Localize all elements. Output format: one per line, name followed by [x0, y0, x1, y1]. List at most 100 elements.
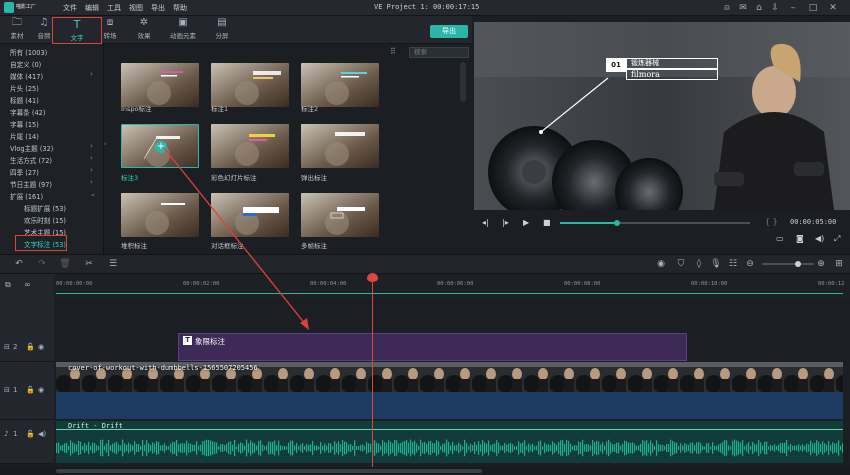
playhead-handle[interactable] [367, 273, 378, 282]
preview-progress-handle[interactable] [614, 220, 620, 226]
category-item[interactable]: 媒体 (417) [10, 71, 43, 81]
waveform-bar [68, 445, 70, 451]
chevron-down-icon[interactable]: ⌄ [90, 190, 96, 198]
lock-icon[interactable]: ⊞ [833, 258, 845, 270]
play-frame-icon[interactable]: |▸ [502, 218, 509, 227]
waveform-bar [382, 440, 384, 456]
subtitle-icon[interactable]: ☷ [727, 258, 739, 270]
zoom-in-icon[interactable]: ⊕ [815, 258, 827, 270]
category-item[interactable]: 所有 (1003) [10, 47, 47, 57]
chevron-right-icon[interactable]: › [90, 142, 93, 150]
shield-icon[interactable]: ◊ [693, 258, 705, 270]
category-item[interactable]: 字幕 (15) [10, 119, 39, 129]
category-item[interactable]: 标题扩展 (53) [24, 203, 66, 213]
category-item-text-callouts[interactable]: 文字标注 (53) [24, 239, 66, 249]
category-item[interactable]: 欢乐时刻 (15) [24, 215, 66, 225]
zoom-slider-track[interactable] [762, 263, 814, 265]
template-thumbnail[interactable] [301, 124, 379, 168]
chevron-right-icon[interactable]: › [90, 70, 93, 78]
zoom-slider-handle[interactable] [795, 261, 801, 267]
play-icon[interactable]: ▶ [523, 218, 529, 227]
chevron-right-icon[interactable]: › [90, 178, 93, 186]
category-item[interactable]: 标题 (41) [10, 95, 39, 105]
add-plus-icon[interactable]: + [155, 141, 167, 153]
audio-volume-line[interactable] [56, 429, 843, 430]
volume-icon[interactable]: ◀) [815, 234, 824, 243]
link-icon[interactable]: ∞ [24, 280, 31, 289]
tab-transitions[interactable]: ⧈ 转场 [93, 16, 127, 44]
menu-view[interactable]: 视图 [129, 3, 143, 13]
lock-icon[interactable]: 🔓 [26, 386, 35, 394]
template-thumbnail[interactable] [301, 63, 379, 107]
template-thumbnail[interactable] [301, 193, 379, 237]
tab-elements[interactable]: ▣ 动画元素 [166, 16, 200, 44]
grid-view-icon[interactable]: ⠿ [390, 47, 396, 56]
template-thumbnail[interactable] [211, 63, 289, 107]
microphone-icon[interactable]: 🎙 [710, 258, 722, 270]
category-item[interactable]: 四季 (27) [10, 167, 39, 177]
menu-tools[interactable]: 工具 [107, 3, 121, 13]
eye-icon[interactable]: ◉ [38, 386, 44, 394]
waveform-bar [540, 440, 542, 456]
tab-split-screen[interactable]: ▤ 分屏 [205, 16, 239, 44]
marker-icon[interactable]: ⛉ [675, 258, 687, 270]
template-thumbnail[interactable] [211, 124, 289, 168]
lock-icon[interactable]: 🔓 [26, 343, 35, 351]
zoom-out-icon[interactable]: ⊖ [744, 258, 756, 270]
mail-icon[interactable]: ✉ [737, 2, 749, 14]
display-icon[interactable]: ▭ [776, 234, 784, 243]
cut-icon[interactable]: ✂ [83, 258, 95, 270]
category-item[interactable]: 片尾 (14) [10, 131, 39, 141]
menu-export[interactable]: 导出 [151, 3, 165, 13]
playhead[interactable] [372, 274, 373, 469]
tab-effects[interactable]: ✲ 效果 [127, 16, 161, 44]
category-item[interactable]: 字幕条 (42) [10, 107, 45, 117]
chevron-right-icon[interactable]: › [90, 154, 93, 162]
waveform-bar [586, 444, 588, 452]
volume-icon[interactable]: ◀) [38, 430, 46, 438]
audio-clip[interactable]: Drift - Drift [56, 421, 843, 463]
category-item[interactable]: Vlog主题 (32) [10, 143, 53, 153]
export-button[interactable]: 导出 [430, 25, 468, 38]
fullscreen-icon[interactable]: ⤢ [834, 234, 840, 244]
undo-icon[interactable]: ↶ [13, 258, 25, 270]
category-item[interactable]: 节日主题 (97) [10, 179, 52, 189]
template-thumbnail[interactable] [211, 193, 289, 237]
video-clip[interactable]: cover-of-workout-with-dumbbells-15655072… [56, 362, 843, 419]
chevron-right-icon[interactable]: › [90, 166, 93, 174]
grid-scrollbar[interactable] [460, 62, 466, 102]
render-icon[interactable]: ◉ [655, 258, 667, 270]
download-icon[interactable]: ⇩ [769, 2, 781, 14]
menu-help[interactable]: 帮助 [173, 3, 187, 13]
template-thumbnail[interactable] [121, 193, 199, 237]
camera-icon[interactable]: ◙ [796, 234, 804, 243]
add-track-icon[interactable]: ⧉ [5, 280, 11, 290]
category-item[interactable]: 生活方式 (72) [10, 155, 52, 165]
user-icon[interactable]: ⍝ [721, 2, 733, 14]
bracket-icon[interactable]: { } [765, 217, 778, 226]
adjust-icon[interactable]: ☰ [107, 258, 119, 270]
category-item[interactable]: 扩展 (161) [10, 191, 43, 201]
redo-icon[interactable]: ↷ [36, 258, 48, 270]
close-icon[interactable]: ✕ [827, 2, 839, 14]
timeline-scrollbar[interactable] [0, 467, 850, 475]
work-area-bar[interactable] [56, 293, 843, 294]
maximize-icon[interactable]: □ [807, 2, 819, 14]
menu-edit[interactable]: 编辑 [85, 3, 99, 13]
eye-icon[interactable]: ◉ [38, 343, 44, 351]
search-input[interactable]: 搜索 [409, 47, 469, 58]
cart-icon[interactable]: ⌂ [753, 2, 765, 14]
prev-frame-icon[interactable]: ◂| [482, 218, 489, 227]
timeline-scroll-thumb[interactable] [56, 469, 482, 473]
minimize-icon[interactable]: – [787, 2, 799, 14]
stop-icon[interactable]: ■ [543, 218, 551, 227]
preview-progress-track[interactable] [560, 220, 750, 226]
lock-icon[interactable]: 🔓 [26, 430, 35, 438]
waveform-bar [106, 443, 108, 453]
delete-icon[interactable]: 🗑 [59, 258, 71, 270]
template-thumbnail[interactable] [121, 63, 199, 107]
category-item[interactable]: 片头 (25) [10, 83, 39, 93]
category-item[interactable]: 自定义 (0) [10, 59, 41, 69]
title-clip[interactable]: T 象限标注 [178, 333, 687, 361]
menu-file[interactable]: 文件 [63, 3, 77, 13]
